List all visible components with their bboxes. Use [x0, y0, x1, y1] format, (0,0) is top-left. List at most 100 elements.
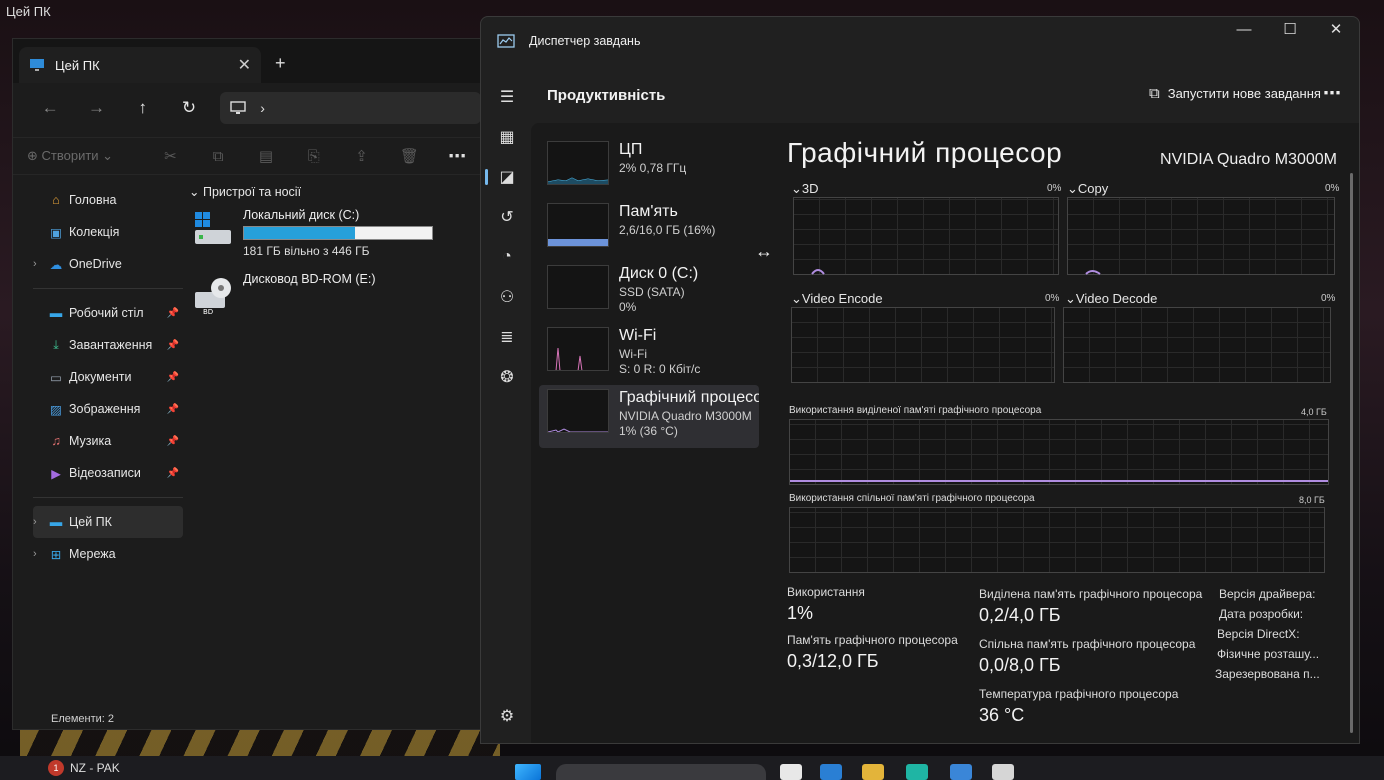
perf-item-name: ЦП [619, 141, 643, 158]
usage-label: Використання [787, 585, 865, 599]
taskbar-app-icon[interactable] [950, 764, 972, 780]
forward-arrow-icon[interactable]: → [73, 98, 119, 118]
gpu-thumbnail-graph [547, 389, 609, 433]
nav-item-gallery[interactable]: ▣ Колекція [33, 216, 183, 248]
section-header[interactable]: ⌄ Пристрої та носії [181, 184, 481, 204]
back-arrow-icon[interactable]: ← [27, 98, 73, 118]
dedicated-memory-stat-label: Виділена пам'ять графічного процесора [979, 587, 1203, 601]
performance-list: ЦП 2% 0,78 ГГц Пам'ять 2,6/16,0 ГБ (16%)… [539, 137, 759, 448]
pin-icon[interactable]: 📌 [167, 372, 179, 383]
rename-icon[interactable]: ⎘ [290, 148, 338, 165]
nav-item-home[interactable]: ⌂ Головна [33, 184, 183, 216]
perf-item-name: Графічний процесор 0 [619, 389, 759, 406]
paste-icon[interactable]: ▤ [242, 147, 290, 165]
gpu-model: NVIDIA Quadro M3000M [1160, 151, 1337, 168]
computer-icon [230, 101, 246, 114]
perf-item-memory[interactable]: Пам'ять 2,6/16,0 ГБ (16%) [539, 199, 759, 262]
nav-item-desktop[interactable]: ▬ Робочий стіл 📌 [33, 297, 183, 329]
services-icon[interactable]: ❂ [487, 357, 527, 397]
app-history-icon[interactable]: ↺ [487, 197, 527, 237]
maximize-icon[interactable]: ☐ [1267, 17, 1313, 45]
explorer-tabbar: Цей ПК ✕ + [13, 39, 481, 83]
perf-item-cpu[interactable]: ЦП 2% 0,78 ГГц [539, 137, 759, 200]
more-options-icon[interactable]: ⋯ [433, 146, 481, 167]
nav-item-this-pc[interactable]: › ▬ Цей ПК [33, 506, 183, 538]
run-new-task-button[interactable]: ⧉ Запустити нове завдання [1149, 85, 1321, 102]
nav-item-pictures[interactable]: ▨ Зображення 📌 [33, 393, 183, 425]
new-tab-button[interactable]: + [275, 53, 286, 74]
close-tab-icon[interactable]: ✕ [238, 55, 251, 75]
pin-icon[interactable]: 📌 [167, 340, 179, 351]
drive-name: Дисковод BD-ROM (E:) [243, 272, 376, 286]
engine-percent: 0% [1325, 183, 1340, 194]
address-bar[interactable]: › [220, 92, 481, 124]
more-options-icon[interactable]: ⋯ [1323, 83, 1341, 104]
chevron-right-icon[interactable]: › [260, 100, 265, 116]
taskbar-app-icon[interactable] [820, 764, 842, 780]
scrollbar[interactable] [1350, 173, 1353, 733]
nav-item-videos[interactable]: ▶ Відеозаписи 📌 [33, 457, 183, 489]
hamburger-menu-icon[interactable]: ☰ [487, 77, 527, 117]
browser-icon[interactable] [906, 764, 928, 780]
users-icon[interactable]: ⚇ [487, 277, 527, 317]
engine-selector-copy[interactable]: ⌄Copy [1067, 181, 1108, 197]
up-arrow-icon[interactable]: ↑ [120, 98, 166, 118]
engine-selector-video-decode[interactable]: ⌄Video Decode [1065, 291, 1157, 307]
details-icon[interactable]: ≣ [487, 317, 527, 357]
gallery-icon: ▣ [50, 225, 62, 240]
engine-selector-video-encode[interactable]: ⌄Video Encode [791, 291, 883, 307]
cut-icon[interactable]: ✂ [146, 147, 194, 165]
chevron-down-icon: ⌄ [189, 185, 203, 199]
performance-icon[interactable]: ◪ [485, 157, 527, 197]
nav-item-label: Музика [69, 434, 112, 448]
window-controls: — ☐ ✕ [1221, 17, 1359, 45]
engine-label: Video Decode [1075, 291, 1158, 306]
nav-divider [33, 497, 183, 498]
settings-gear-icon[interactable]: ⚙ [487, 701, 527, 731]
chevron-right-icon[interactable]: › [33, 548, 37, 560]
delete-icon[interactable]: 🗑 [385, 147, 433, 165]
run-new-task-label: Запустити нове завдання [1167, 86, 1321, 101]
shared-memory-max: 8,0 ГБ [1299, 495, 1325, 505]
refresh-icon[interactable]: ↻ [166, 98, 212, 118]
pin-icon[interactable]: 📌 [167, 436, 179, 447]
perf-item-detail: 2,6/16,0 ГБ (16%) [619, 223, 716, 237]
copy-icon[interactable]: ⧉ [194, 148, 242, 165]
perf-item-gpu[interactable]: Графічний процесор 0 NVIDIA Quadro M3000… [539, 385, 759, 448]
nav-item-label: Робочий стіл [69, 306, 144, 320]
share-icon[interactable]: ⇪ [338, 147, 386, 165]
perf-item-disk[interactable]: Диск 0 (C:) SSD (SATA) 0% [539, 261, 759, 324]
nav-item-documents[interactable]: ▭ Документи 📌 [33, 361, 183, 393]
pin-icon[interactable]: 📌 [167, 468, 179, 479]
drive-item-c[interactable]: Локальний диск (C:) 181 ГБ вільно з 446 … [181, 204, 481, 268]
network-indicator[interactable]: 1 NZ - PAK [48, 760, 120, 776]
nav-item-onedrive[interactable]: › ☁ OneDrive [33, 248, 183, 280]
nav-item-music[interactable]: ♫ Музика 📌 [33, 425, 183, 457]
taskbar-app-icon[interactable] [780, 764, 802, 780]
nav-item-network[interactable]: › ⊞ Мережа [33, 538, 183, 570]
perf-item-name: Пам'ять [619, 203, 678, 220]
close-icon[interactable]: ✕ [1313, 17, 1359, 45]
chevron-right-icon[interactable]: › [33, 258, 37, 270]
perf-item-name: Диск 0 (C:) [619, 265, 699, 282]
folder-icon[interactable] [862, 764, 884, 780]
resize-handle-icon[interactable]: ↔ [755, 241, 773, 262]
nav-item-label: Головна [69, 193, 117, 207]
perf-item-wifi[interactable]: Wi-Fi Wi-Fi S: 0 R: 0 Кбіт/с [539, 323, 759, 386]
svg-text:BD: BD [203, 308, 213, 314]
pin-icon[interactable]: 📌 [167, 308, 179, 319]
start-button-icon[interactable] [515, 764, 541, 780]
chevron-right-icon[interactable]: › [33, 516, 37, 528]
processes-icon[interactable]: ▦ [487, 117, 527, 157]
computer-icon: ▬ [49, 515, 63, 529]
drive-item-e[interactable]: BD Дисковод BD-ROM (E:) [181, 268, 481, 332]
startup-apps-icon[interactable]: ◔ [487, 237, 527, 277]
nav-item-downloads[interactable]: ⤓ Завантаження 📌 [33, 329, 183, 361]
taskbar-search[interactable] [556, 764, 766, 780]
create-button[interactable]: ⊕ Створити ⌄ [27, 148, 146, 164]
task-manager-taskbar-icon[interactable] [992, 764, 1014, 780]
explorer-tab[interactable]: Цей ПК ✕ [19, 47, 261, 83]
minimize-icon[interactable]: — [1221, 17, 1267, 45]
pin-icon[interactable]: 📌 [167, 404, 179, 415]
engine-selector-3d[interactable]: ⌄3D [791, 181, 819, 197]
